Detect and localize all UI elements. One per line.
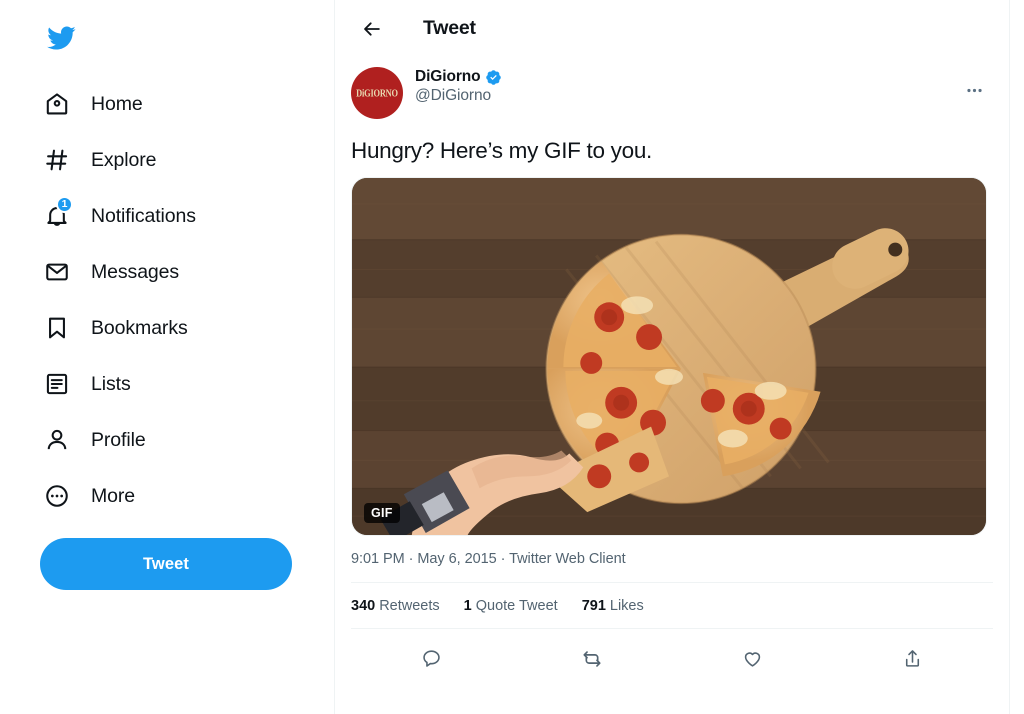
stat-label: Retweets [379, 598, 440, 614]
sidebar-item-label: Lists [91, 372, 131, 395]
author-handle[interactable]: @DiGiorno [415, 87, 502, 105]
stat-likes[interactable]: 791 Likes [582, 598, 644, 614]
tweet-author-row: DiGIORNO DiGiorno @DiGiorno [351, 57, 993, 119]
stat-retweets[interactable]: 340 Retweets [351, 598, 440, 614]
back-arrow-icon[interactable] [355, 12, 389, 46]
author-display-name[interactable]: DiGiorno [415, 68, 481, 86]
tweet-media-gif[interactable]: GIF [351, 177, 987, 536]
person-icon [42, 425, 72, 455]
retweet-icon[interactable] [573, 640, 611, 678]
sidebar-item-label: Notifications [91, 204, 196, 227]
list-icon [42, 369, 72, 399]
like-heart-icon[interactable] [733, 640, 771, 678]
gif-badge: GIF [364, 503, 400, 523]
reply-icon[interactable] [412, 640, 450, 678]
stat-label: Quote Tweet [475, 598, 558, 614]
tweet-actions [351, 629, 993, 677]
sidebar-item-messages[interactable]: Messages [42, 244, 334, 300]
tweet-timestamp: 9:01 PM · May 6, 2015 · Twitter Web Clie… [351, 551, 626, 567]
sidebar-item-bookmarks[interactable]: Bookmarks [42, 300, 334, 356]
tweet-stats: 340 Retweets 1 Quote Tweet 791 Likes [351, 583, 993, 628]
sidebar-item-label: Home [91, 92, 143, 115]
hashtag-icon [42, 145, 72, 175]
tweet-compose-button[interactable]: Tweet [40, 538, 292, 590]
twitter-app: Home Explore 1 Notifications Messages Bo… [0, 0, 1024, 714]
bell-icon: 1 [42, 196, 73, 231]
sidebar-item-home[interactable]: Home [42, 76, 334, 132]
avatar-wordmark: DiGIORNO [356, 87, 398, 99]
stat-count: 791 [581, 598, 606, 614]
sidebar-item-lists[interactable]: Lists [42, 356, 334, 412]
stat-count: 1 [463, 598, 472, 614]
stat-quote-tweets[interactable]: 1 Quote Tweet [464, 598, 558, 614]
sidebar-item-label: Messages [91, 260, 180, 283]
sidebar-item-label: Profile [91, 428, 146, 451]
author-name-line: DiGiorno [415, 68, 502, 86]
ellipsis-horizontal-icon[interactable] [957, 73, 991, 107]
sidebar-item-notifications[interactable]: 1 Notifications [42, 188, 334, 244]
avatar[interactable]: DiGIORNO [351, 67, 403, 119]
bookmark-icon [42, 313, 72, 343]
author-meta: DiGiorno @DiGiorno [415, 67, 502, 105]
sidebar-nav: Home Explore 1 Notifications Messages Bo… [42, 76, 334, 524]
ellipsis-circle-icon [42, 481, 72, 511]
notification-badge: 1 [56, 196, 73, 213]
share-icon[interactable] [894, 640, 932, 678]
sidebar-item-explore[interactable]: Explore [42, 132, 334, 188]
home-icon [42, 89, 72, 119]
envelope-icon [42, 257, 72, 287]
topbar: Tweet [335, 0, 1009, 57]
stat-count: 340 [351, 598, 376, 614]
right-rail [1010, 0, 1024, 714]
page-title: Tweet [423, 17, 476, 39]
tweet-detail: DiGIORNO DiGiorno @DiGiorno Hungry? Here… [335, 57, 1009, 677]
main-column: Tweet DiGIORNO DiGiorno @DiGiorno Hungry… [335, 0, 1010, 714]
sidebar-item-more[interactable]: More [42, 468, 334, 524]
sidebar-item-label: Bookmarks [91, 316, 188, 339]
sidebar-item-label: Explore [91, 148, 157, 171]
tweet-text: Hungry? Here’s my GIF to you. [351, 138, 652, 163]
sidebar: Home Explore 1 Notifications Messages Bo… [0, 0, 335, 714]
sidebar-item-label: More [91, 484, 136, 507]
verified-badge-icon [485, 69, 502, 86]
sidebar-item-profile[interactable]: Profile [42, 412, 334, 468]
stat-label: Likes [609, 598, 644, 614]
twitter-bird-icon[interactable] [46, 14, 98, 62]
